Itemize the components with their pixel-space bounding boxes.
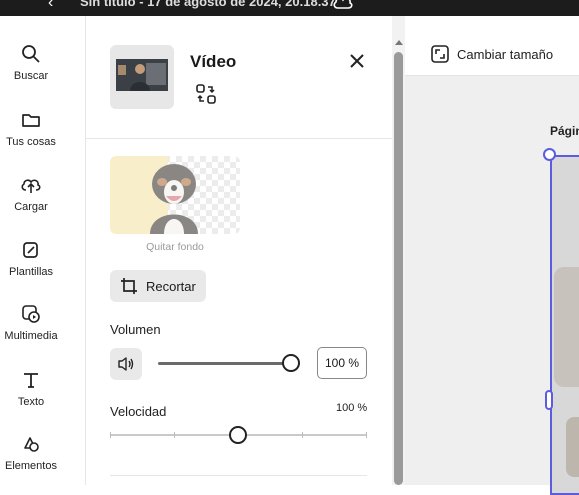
mute-button[interactable]	[110, 348, 142, 380]
resize-button[interactable]: Cambiar tamaño	[431, 45, 553, 63]
cloud-upload-icon	[21, 179, 41, 193]
chevron-left-icon[interactable]: ‹	[48, 0, 53, 12]
video-thumbnail-image	[116, 59, 168, 91]
volume-label: Volumen	[110, 322, 161, 337]
crop-icon	[121, 278, 137, 294]
scroll-up-arrow-icon[interactable]	[395, 40, 403, 45]
rail-item-plantillas[interactable]: Plantillas	[0, 240, 62, 278]
rail-item-multimedia[interactable]: Multimedia	[0, 304, 62, 342]
speaker-icon	[118, 357, 134, 371]
rail-item-label: Plantillas	[8, 266, 54, 278]
page-label: Págin	[550, 124, 579, 138]
media-icon	[22, 305, 40, 323]
speed-tick	[302, 432, 303, 438]
rail-item-label: Tus cosas	[6, 136, 56, 148]
crop-label: Recortar	[146, 278, 196, 294]
canvas-area: Cambiar tamaño Págin	[405, 16, 579, 495]
volume-value-field[interactable]: 100 %	[317, 347, 367, 379]
templates-icon	[23, 242, 38, 258]
rail-item-label: Elementos	[5, 460, 57, 472]
volume-slider-track[interactable]	[158, 362, 291, 365]
speed-value: 100 %	[336, 402, 368, 414]
rail-item-label: Multimedia	[4, 330, 58, 342]
video-thumbnail	[110, 45, 174, 109]
rail-item-buscar[interactable]: Buscar	[0, 44, 62, 82]
rail-item-label: Cargar	[14, 201, 48, 213]
canvas-toolbar: Cambiar tamaño	[405, 16, 579, 76]
text-icon	[24, 373, 38, 388]
panel-title: Vídeo	[190, 52, 237, 71]
rotate-handle[interactable]	[543, 148, 556, 161]
speed-label: Velocidad	[110, 404, 167, 419]
left-rail: Buscar Tus cosas Cargar Plantillas Multi…	[0, 16, 86, 485]
page-canvas[interactable]	[550, 155, 579, 495]
crop-button[interactable]: Recortar	[110, 270, 206, 302]
resize-handle[interactable]	[545, 390, 553, 410]
resize-label: Cambiar tamaño	[457, 46, 554, 62]
document-title[interactable]: Sin título - 17 de agosto de 2024, 20.18…	[80, 0, 336, 9]
resize-icon	[431, 45, 449, 63]
close-icon[interactable]	[350, 54, 364, 68]
shapes-icon	[24, 437, 39, 452]
remove-background-label: Quitar fondo	[146, 241, 204, 253]
divider	[110, 475, 367, 476]
volume-slider-handle[interactable]	[282, 354, 300, 372]
remove-background-button[interactable]	[110, 156, 240, 234]
cloud-icon[interactable]	[332, 0, 354, 10]
rail-item-cargar[interactable]: Cargar	[0, 175, 62, 213]
rail-item-label: Buscar	[13, 70, 49, 82]
dog-preview-image	[150, 164, 198, 234]
speed-tick	[366, 432, 367, 438]
video-properties-panel: Vídeo Quitar fondo Recortar Volumen 100 …	[86, 16, 392, 485]
folder-icon	[22, 114, 40, 127]
rail-item-elementos[interactable]: Elementos	[0, 434, 62, 472]
rail-item-label: Texto	[17, 396, 45, 408]
rail-item-tus-cosas[interactable]: Tus cosas	[0, 110, 62, 148]
speed-slider-handle[interactable]	[229, 426, 247, 444]
scrollbar-thumb[interactable]	[394, 52, 403, 485]
replace-media-icon[interactable]	[196, 84, 216, 104]
video-content	[554, 267, 579, 387]
divider	[86, 138, 392, 139]
rail-item-texto[interactable]: Texto	[0, 370, 62, 408]
panel-scrollbar[interactable]	[392, 16, 405, 485]
video-thumbnail-frame	[116, 59, 168, 91]
speed-tick	[174, 432, 175, 438]
adobe-express-logo[interactable]	[0, 0, 28, 10]
search-icon	[22, 45, 40, 63]
speed-tick	[110, 432, 111, 438]
top-bar: ‹ Sin título - 17 de agosto de 2024, 20.…	[0, 0, 579, 16]
video-content	[566, 417, 579, 477]
